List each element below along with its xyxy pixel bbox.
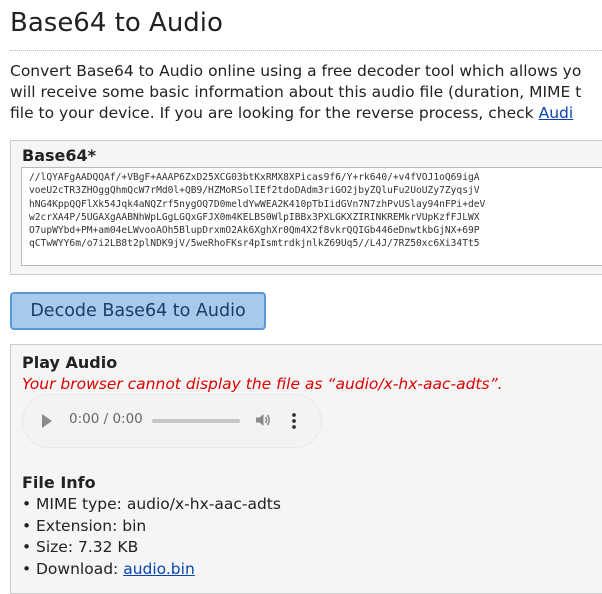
- base64-line: O7upWYbd+PM+am04eLWvooAOh5BlupDrxmO2Ak6X…: [29, 225, 480, 237]
- bullet: •: [22, 559, 32, 578]
- base64-textarea[interactable]: //lQYAFgAADQQAf/+VBgF+AAAP6ZxD25XCG03btK…: [21, 167, 602, 266]
- list-item: • Download: audio.bin: [22, 559, 281, 581]
- reverse-tool-link[interactable]: Audi: [539, 104, 574, 122]
- audio-player[interactable]: 0:00 / 0:00: [22, 394, 322, 448]
- intro-line: will receive some basic information abou…: [10, 83, 582, 101]
- progress-slider[interactable]: [152, 419, 240, 423]
- extension-value: bin: [122, 516, 147, 535]
- error-message: Your browser cannot display the file as …: [22, 375, 503, 393]
- decode-button[interactable]: Decode Base64 to Audio: [10, 292, 266, 330]
- base64-label: Base64*: [22, 146, 96, 165]
- bullet: •: [22, 516, 32, 535]
- size-label: Size:: [36, 538, 78, 556]
- more-options-icon[interactable]: [290, 412, 298, 430]
- download-label: Download:: [36, 559, 124, 578]
- intro-line: Convert Base64 to Audio online using a f…: [10, 62, 582, 80]
- list-item: • Extension: bin: [22, 516, 281, 538]
- mime-value: audio/x-hx-aac-adts: [126, 495, 281, 513]
- bullet: •: [22, 495, 32, 513]
- page-title: Base64 to Audio: [10, 8, 223, 38]
- volume-icon[interactable]: [255, 412, 271, 428]
- list-item: • Size: 7.32 KB: [22, 537, 281, 559]
- intro-line: file to your device. If you are looking …: [10, 103, 602, 124]
- intro-line-text: file to your device. If you are looking …: [10, 104, 539, 122]
- mime-label: MIME type:: [36, 495, 127, 513]
- base64-line: //lQYAFgAADQQAf/+VBgF+AAAP6ZxD25XCG03btK…: [29, 172, 480, 183]
- intro-paragraph: Convert Base64 to Audio online using a f…: [10, 61, 602, 124]
- extension-label: Extension:: [36, 516, 123, 535]
- time-display: 0:00 / 0:00: [69, 411, 143, 427]
- base64-line: w2crXA4P/5UGAXgAABNhWpLGgLGQxGFJX0m4KELB…: [29, 211, 480, 223]
- list-item: • MIME type: audio/x-hx-aac-adts: [22, 494, 281, 516]
- file-info-list: • MIME type: audio/x-hx-aac-adts • Extensi…: [22, 494, 281, 580]
- base64-line: voeU2cTR3ZHOggQhmQcW7rMd0l+QB9/HZMoRSolI…: [29, 185, 480, 197]
- base64-line: hNG4KppQQFlXk54Jqk4aNQZrf5nygOQ7D0meldYw…: [29, 198, 486, 210]
- file-info-heading: File Info: [22, 473, 96, 492]
- title-divider: [10, 50, 602, 51]
- download-link[interactable]: audio.bin: [123, 560, 195, 578]
- bullet: •: [22, 538, 32, 556]
- play-icon[interactable]: [42, 414, 52, 428]
- base64-line: qCTwWYY6m/o7i2LB8t2plNDK9jV/5weRhoFKsr4p…: [29, 238, 480, 250]
- play-audio-heading: Play Audio: [22, 353, 118, 372]
- size-value: 7.32 KB: [77, 538, 139, 556]
